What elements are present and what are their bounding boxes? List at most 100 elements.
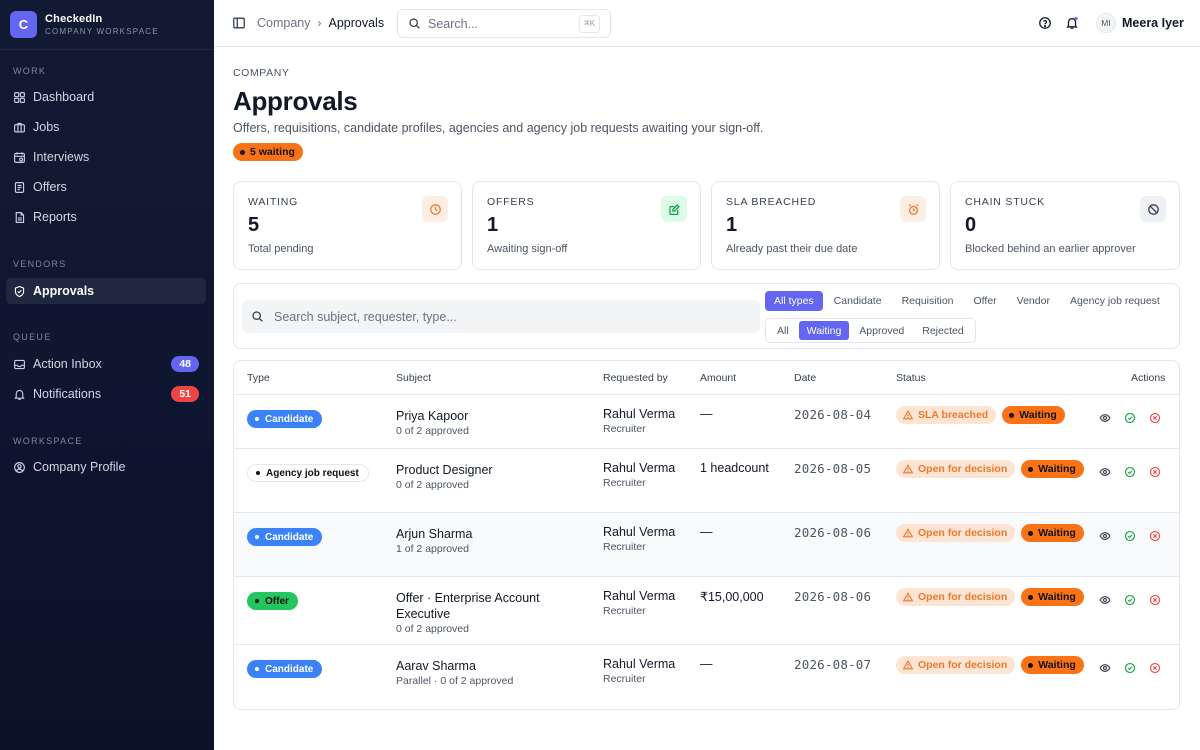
page-description: Offers, requisitions, candidate profiles…: [233, 121, 764, 135]
subject-cell[interactable]: Arjun Sharma 1 of 2 approved: [396, 526, 576, 555]
requester-role: Recruiter: [603, 673, 646, 685]
subject-cell[interactable]: Aarav Sharma Parallel · 0 of 2 approved: [396, 658, 576, 687]
status-filter-tabs: All Waiting Approved Rejected: [765, 318, 976, 343]
reject-icon[interactable]: [1148, 661, 1162, 675]
approvals-table: Type Subject Requested by Amount Date St…: [233, 360, 1180, 710]
stat-value: 5: [248, 214, 260, 236]
type-badge: Candidate: [247, 410, 323, 428]
sidebar-item-reports[interactable]: Reports: [6, 204, 206, 230]
sidebar-item-action-inbox[interactable]: Action Inbox 48: [6, 351, 206, 377]
tab-status-rejected[interactable]: Rejected: [914, 321, 971, 340]
tab-status-approved[interactable]: Approved: [851, 321, 912, 340]
table-row[interactable]: Candidate Aarav Sharma Parallel · 0 of 2 a…: [234, 645, 1179, 709]
tab-type-requisition[interactable]: Requisition: [893, 291, 963, 311]
approval-progress: Parallel · 0 of 2 approved: [396, 675, 514, 687]
approval-progress: 0 of 2 approved: [396, 623, 469, 635]
waiting-count-label: 5 waiting: [250, 146, 295, 158]
tab-status-waiting[interactable]: Waiting: [798, 321, 850, 340]
reject-icon[interactable]: [1148, 411, 1162, 425]
reject-icon[interactable]: [1148, 529, 1162, 543]
brand[interactable]: C CheckedIn COMPANY WORKSPACE: [0, 0, 214, 50]
stat-value: 0: [965, 214, 977, 236]
tab-type-offer[interactable]: Offer: [965, 291, 1006, 311]
topbar: Company › Approvals Search... ⌘K MI Meer…: [214, 0, 1200, 47]
table-row[interactable]: Offer Offer · Enterprise Account Executiv…: [234, 577, 1179, 645]
avatar[interactable]: MI: [1096, 13, 1116, 33]
status-cell: Open for decision Waiting: [896, 460, 1086, 478]
approve-icon[interactable]: [1123, 529, 1137, 543]
sidebar-item-offers[interactable]: Offers: [6, 174, 206, 200]
status-secondary-label: Waiting: [1038, 591, 1076, 603]
stat-hint: Already past their due date: [726, 243, 858, 255]
column-header-actions: Actions: [1131, 372, 1166, 384]
stat-label: WAITING: [248, 196, 299, 208]
status-primary-label: Open for decision: [918, 527, 1008, 539]
sidebar-item-dashboard[interactable]: Dashboard: [6, 84, 206, 110]
help-icon[interactable]: [1038, 16, 1052, 30]
status-cell: Open for decision Waiting: [896, 524, 1086, 542]
view-icon[interactable]: [1098, 529, 1112, 543]
type-label: Offer: [265, 595, 289, 607]
subject-cell[interactable]: Offer · Enterprise Account Executive 0 of…: [396, 590, 576, 635]
global-search-input[interactable]: Search... ⌘K: [397, 9, 611, 38]
tab-type-agency-job-request[interactable]: Agency job request: [1061, 291, 1169, 311]
tab-status-all[interactable]: All: [769, 321, 797, 340]
view-icon[interactable]: [1098, 465, 1112, 479]
sidebar-item-jobs[interactable]: Jobs: [6, 114, 206, 140]
type-filter-tabs: All types Candidate Requisition Offer Ve…: [765, 291, 1171, 311]
approve-icon[interactable]: [1123, 465, 1137, 479]
sidebar-toggle-icon[interactable]: [232, 16, 246, 30]
subject-cell[interactable]: Priya Kapoor 0 of 2 approved: [396, 408, 576, 437]
waiting-count-pill: 5 waiting: [233, 143, 303, 161]
date-cell: 2026-08-06: [794, 525, 872, 540]
sidebar-item-label: Dashboard: [33, 90, 95, 104]
requester-name: Rahul Verma: [603, 461, 676, 475]
type-label: Candidate: [265, 413, 314, 425]
breadcrumb-company[interactable]: Company: [257, 16, 311, 30]
subject-cell[interactable]: Product Designer 0 of 2 approved: [396, 462, 576, 491]
sidebar-item-label: Notifications: [33, 387, 102, 401]
approvals-search-input[interactable]: Search subject, requester, type...: [242, 300, 760, 333]
user-name[interactable]: Meera Iyer: [1122, 16, 1184, 30]
sidebar-item-label: Company Profile: [33, 460, 126, 474]
notification-bell-icon[interactable]: [1065, 16, 1079, 30]
sidebar-item-interviews[interactable]: Interviews: [6, 144, 206, 170]
amount-cell: —: [700, 657, 713, 671]
column-header-amount: Amount: [700, 372, 737, 384]
column-header-requested-by: Requested by: [603, 372, 668, 384]
tab-type-vendor[interactable]: Vendor: [1008, 291, 1059, 311]
sidebar-item-label: Jobs: [33, 120, 60, 134]
approve-icon[interactable]: [1123, 411, 1137, 425]
nav-section-vendors: VENDORS: [13, 259, 67, 269]
table-row[interactable]: Agency job request Product Designer 0 of 2…: [234, 449, 1179, 513]
view-icon[interactable]: [1098, 593, 1112, 607]
subject-title: Product Designer: [396, 463, 493, 477]
reject-icon[interactable]: [1148, 593, 1162, 607]
type-badge: Offer: [247, 592, 298, 610]
approve-icon[interactable]: [1123, 661, 1137, 675]
stat-hint: Total pending: [248, 243, 314, 255]
sidebar-item-approvals[interactable]: Approvals: [6, 278, 206, 304]
stat-card-waiting: WAITING 5 Total pending: [233, 181, 462, 270]
approval-progress: 0 of 2 approved: [396, 425, 469, 437]
table-row[interactable]: Candidate Arjun Sharma 1 of 2 approved Rahu…: [234, 513, 1179, 577]
user-circle-icon: [14, 461, 25, 473]
status-dot: [1009, 412, 1015, 418]
approve-icon[interactable]: [1123, 593, 1137, 607]
page-title: Approvals: [233, 86, 358, 116]
warning-icon: [903, 464, 918, 474]
status-secondary-label: Waiting: [1038, 659, 1076, 671]
table-row[interactable]: Candidate Priya Kapoor 0 of 2 approved Rahu…: [234, 395, 1179, 449]
tab-type-all[interactable]: All types: [765, 291, 823, 311]
stat-label: SLA BREACHED: [726, 196, 817, 208]
view-icon[interactable]: [1098, 411, 1112, 425]
requester-name: Rahul Verma: [603, 525, 676, 539]
column-header-subject: Subject: [396, 372, 432, 384]
view-icon[interactable]: [1098, 661, 1112, 675]
table-header: Type Subject Requested by Amount Date St…: [234, 361, 1179, 395]
reject-icon[interactable]: [1148, 465, 1162, 479]
sidebar-item-company-profile[interactable]: Company Profile: [6, 454, 206, 480]
tab-type-candidate[interactable]: Candidate: [825, 291, 891, 311]
calendar-icon: [14, 151, 25, 163]
sidebar-item-notifications[interactable]: Notifications 51: [6, 381, 206, 407]
